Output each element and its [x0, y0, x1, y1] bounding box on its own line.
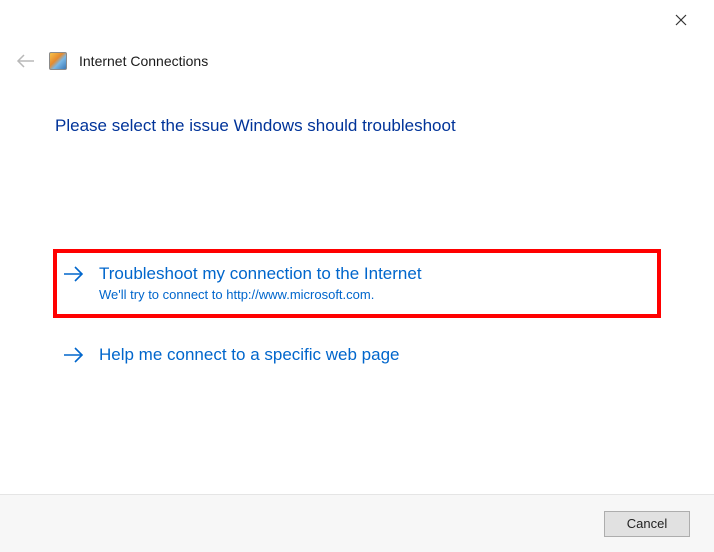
- close-button[interactable]: [666, 5, 696, 35]
- arrow-right-icon: [63, 265, 85, 283]
- option-texts: Troubleshoot my connection to the Intern…: [99, 263, 422, 302]
- option-title: Help me connect to a specific web page: [99, 344, 400, 366]
- titlebar: [0, 0, 714, 40]
- options-list: Troubleshoot my connection to the Intern…: [55, 251, 659, 380]
- option-title: Troubleshoot my connection to the Intern…: [99, 263, 422, 285]
- arrow-right-icon: [63, 346, 85, 364]
- content-area: Please select the issue Windows should t…: [0, 76, 714, 390]
- wizard-icon: [49, 52, 67, 70]
- wizard-title: Internet Connections: [79, 53, 208, 69]
- option-texts: Help me connect to a specific web page: [99, 344, 400, 366]
- option-specific-webpage[interactable]: Help me connect to a specific web page: [55, 332, 659, 380]
- page-heading: Please select the issue Windows should t…: [55, 116, 659, 136]
- footer: Cancel: [0, 494, 714, 552]
- option-subtitle: We'll try to connect to http://www.micro…: [99, 287, 422, 302]
- back-arrow-icon: [16, 54, 36, 68]
- option-troubleshoot-internet[interactable]: Troubleshoot my connection to the Intern…: [55, 251, 659, 316]
- close-icon: [675, 14, 687, 26]
- back-button: [15, 50, 37, 72]
- cancel-button[interactable]: Cancel: [604, 511, 690, 537]
- wizard-header: Internet Connections: [0, 40, 714, 76]
